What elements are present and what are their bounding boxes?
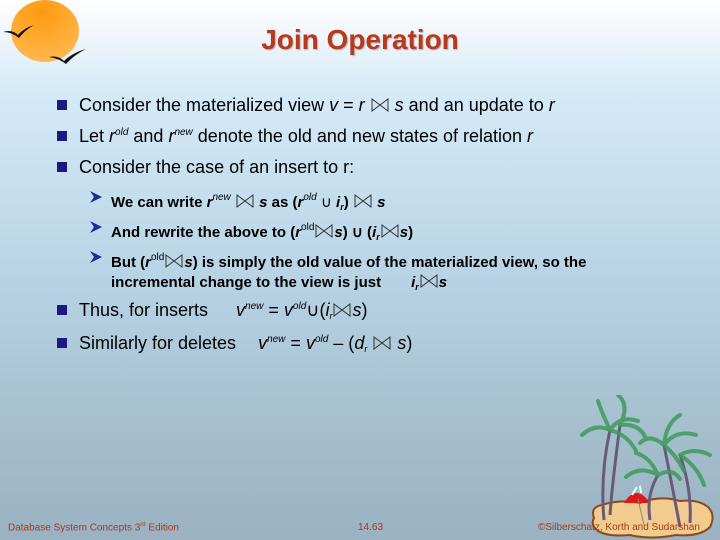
var-s: s — [184, 254, 193, 271]
var-r: r — [548, 95, 555, 115]
subscript-r: r — [329, 311, 333, 321]
var-s: s — [377, 194, 386, 211]
equals: = — [285, 333, 306, 353]
paren: ) — [343, 194, 349, 211]
var-s: s — [438, 274, 448, 291]
superscript-old: old — [314, 334, 329, 345]
natural-join-icon — [420, 274, 438, 288]
bullet-text: Consider the case of an insert to r: — [79, 157, 355, 177]
subscript-r: r — [415, 282, 419, 292]
subbullet-text: But ( — [111, 254, 146, 271]
var-s: s — [334, 224, 343, 241]
superscript-new: new — [245, 301, 264, 312]
paren: ) — [361, 300, 368, 320]
arrow-bullet-icon — [90, 251, 102, 263]
subbullet-text: incremental change to the view is just — [111, 274, 382, 291]
superscript-old: old — [303, 192, 317, 203]
square-bullet-icon — [57, 131, 67, 141]
union-symbol: ∪( — [306, 300, 326, 320]
subbullet-text: as ( — [267, 194, 298, 211]
superscript-old: old — [115, 127, 129, 138]
formula-label: Similarly for deletes — [79, 333, 237, 353]
subscript-r: r — [376, 232, 380, 242]
var-v: v — [283, 300, 293, 320]
bullet-text: and — [128, 126, 169, 146]
bullet-text: Consider the materialized view — [79, 95, 330, 115]
union-symbol: ∪ — [316, 194, 337, 211]
subbullet-text: ) is simply the old value of the materia… — [192, 254, 587, 271]
paren: ) — [406, 333, 413, 353]
footer-slide-number: 14.63 — [358, 522, 384, 533]
footer-book-title: Database System Concepts 3rd Edition — [8, 522, 179, 533]
equals: = — [338, 95, 359, 115]
paren: ) — [408, 224, 414, 241]
natural-join-icon — [315, 224, 333, 238]
square-bullet-icon — [57, 305, 67, 315]
natural-join-icon — [381, 224, 399, 238]
var-s: s — [399, 224, 409, 241]
superscript-old: old — [151, 252, 165, 263]
footer-copyright: ©Silberschatz, Korth and Sudarshan — [538, 522, 700, 533]
natural-join-icon — [165, 254, 183, 268]
palm-island-icon — [580, 395, 714, 539]
subscript-r: r — [364, 344, 368, 354]
minus-symbol: – ( — [328, 333, 355, 353]
var-s: s — [394, 95, 404, 115]
natural-join-icon — [371, 98, 389, 112]
natural-join-icon — [236, 194, 254, 208]
bullet-text: Let — [79, 126, 110, 146]
bullet-text: denote the old and new states of relatio… — [192, 126, 528, 146]
footer-book-title-tail: Edition — [145, 522, 179, 534]
var-r: r — [358, 95, 365, 115]
natural-join-icon — [354, 194, 372, 208]
superscript-old: old — [301, 222, 315, 233]
var-v: v — [329, 95, 339, 115]
natural-join-icon — [373, 336, 391, 350]
formula-label: Thus, for inserts — [79, 300, 209, 320]
var-v: v — [258, 333, 268, 353]
square-bullet-icon — [57, 338, 67, 348]
superscript-new: new — [267, 334, 286, 345]
footer-book-title-text: Database System Concepts 3 — [8, 522, 141, 534]
bullet-text: and an update to — [403, 95, 549, 115]
natural-join-icon — [333, 303, 351, 317]
superscript-old: old — [292, 301, 307, 312]
var-d: d — [354, 333, 365, 353]
superscript-new: new — [174, 127, 193, 138]
square-bullet-icon — [57, 162, 67, 172]
var-v: v — [305, 333, 315, 353]
equals: = — [263, 300, 284, 320]
union-expression: ) ∪ ( — [342, 224, 373, 241]
arrow-bullet-icon — [90, 191, 102, 203]
arrow-bullet-icon — [90, 221, 102, 233]
var-s: s — [397, 333, 407, 353]
square-bullet-icon — [57, 100, 67, 110]
subbullet-text: We can write — [111, 194, 207, 211]
superscript-new: new — [212, 192, 231, 203]
var-v: v — [236, 300, 246, 320]
var-r: r — [527, 126, 534, 146]
slide-title: Join Operation — [261, 24, 459, 55]
subbullet-text: And rewrite the above to ( — [111, 224, 296, 241]
